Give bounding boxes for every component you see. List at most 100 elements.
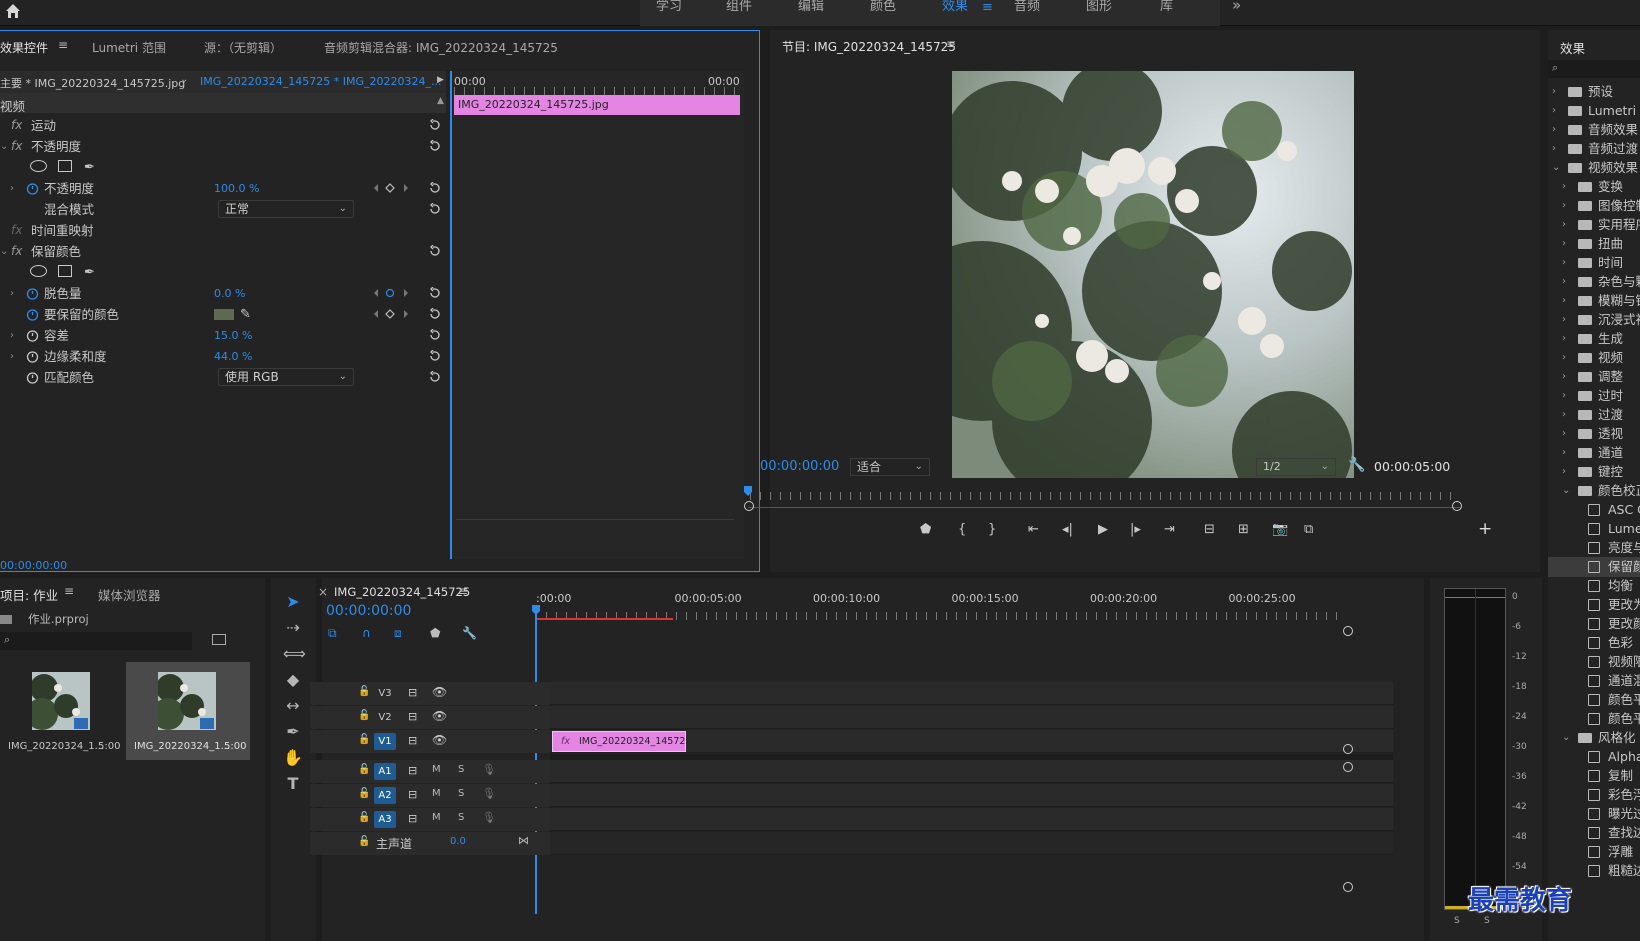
fx-badge[interactable]: fx <box>11 136 22 157</box>
export-frame-icon[interactable]: 📷 <box>1272 522 1288 537</box>
workspace-tab-effects[interactable]: 效果 <box>942 0 968 26</box>
reset-icon[interactable] <box>428 287 441 300</box>
play-icon[interactable]: ▶ <box>1098 522 1108 537</box>
effects-folder[interactable]: ⌄ 风格化 <box>1548 728 1640 748</box>
param-edge-softness-row[interactable]: › 边缘柔和度 44.0 % <box>0 346 446 367</box>
wrench-icon[interactable]: 🔧 <box>1348 457 1365 473</box>
selection-tool-icon[interactable]: ➤ <box>283 592 303 612</box>
param-amount-value[interactable]: 0.0 % <box>214 283 245 304</box>
pen-mask-icon[interactable]: ✒ <box>84 157 95 178</box>
tab-media-browser[interactable]: 媒体浏览器 <box>98 585 161 604</box>
workspace-menu-icon[interactable]: ≡ <box>982 0 993 15</box>
reset-icon[interactable] <box>428 203 441 216</box>
sync-lock-icon[interactable]: ⊟ <box>408 764 417 777</box>
sync-lock-icon[interactable]: ⊟ <box>408 686 417 699</box>
stopwatch-icon[interactable] <box>26 329 39 342</box>
chevron-right-icon[interactable]: › <box>1562 234 1566 254</box>
chevron-right-icon[interactable]: › <box>1562 177 1566 197</box>
master-clip-label[interactable]: 主要 * IMG_20220324_145725.jpg <box>0 75 185 91</box>
mark-out-icon[interactable]: } <box>988 522 996 537</box>
effects-folder[interactable]: › 沉浸式视频 <box>1548 310 1640 330</box>
project-item[interactable]: IMG_20220324_1... 5:00 <box>0 662 124 760</box>
razor-tool-icon[interactable]: ◆ <box>283 670 303 690</box>
microphone-icon[interactable]: 🎙 <box>482 787 496 800</box>
effects-item[interactable]: 更改为颜色 <box>1548 595 1640 615</box>
mark-in-icon[interactable]: { <box>958 522 966 537</box>
lift-icon[interactable]: ⊟ <box>1204 522 1215 537</box>
reset-icon[interactable] <box>428 329 441 342</box>
track-lane-a3[interactable] <box>550 808 1393 831</box>
track-lane-v3[interactable] <box>550 682 1393 705</box>
panel-menu-icon[interactable]: ≡ <box>64 584 74 598</box>
chevron-right-icon[interactable]: › <box>10 346 14 367</box>
ripple-edit-tool-icon[interactable]: ⟺ <box>283 644 306 664</box>
chevron-right-icon[interactable]: › <box>10 325 14 346</box>
track-target-v1[interactable]: V1 <box>374 733 396 750</box>
track-lane-master[interactable] <box>550 832 1393 855</box>
effects-item[interactable]: 复制 <box>1548 766 1640 786</box>
effects-item[interactable]: 均衡 <box>1548 576 1640 596</box>
effects-item[interactable]: Alpha 发光 <box>1548 747 1640 767</box>
track-lane-a2[interactable] <box>550 784 1393 807</box>
tab-effect-controls[interactable]: 效果控件 <box>0 39 48 56</box>
collapse-up-icon[interactable]: ▲ <box>437 96 444 106</box>
chevron-right-icon[interactable]: › <box>1562 386 1566 406</box>
effects-item[interactable]: ASC CDL <box>1548 500 1640 520</box>
project-search-input[interactable]: ⌕ <box>0 632 192 650</box>
program-zoom-bar[interactable] <box>748 507 1460 508</box>
workspace-tab-learn[interactable]: 学习 <box>656 0 682 26</box>
effects-item[interactable]: 颜色平衡 <box>1548 690 1640 710</box>
workspace-tab-editing[interactable]: 编辑 <box>798 0 824 26</box>
fit-dropdown[interactable]: 适合 ⌄ <box>850 458 930 476</box>
step-back-icon[interactable]: ◂| <box>1062 522 1073 537</box>
keyframe-nav-icon[interactable] <box>372 287 412 299</box>
workspace-tab-color[interactable]: 颜色 <box>870 0 896 26</box>
effect-opacity-row[interactable]: ⌄ fx 不透明度 <box>0 136 446 157</box>
pen-tool-icon[interactable]: ✒ <box>283 722 303 742</box>
add-marker-icon[interactable]: ⬟ <box>920 522 931 537</box>
fx-badge[interactable]: fx <box>11 241 22 262</box>
sequence-clip-label[interactable]: IMG_20220324_145725 * IMG_20220324_... <box>200 75 441 88</box>
play-only-clip-icon[interactable]: ▶ <box>437 75 444 85</box>
solo-right-button[interactable]: S <box>1484 916 1490 926</box>
chevron-down-icon[interactable]: ⌄ <box>180 74 188 85</box>
timeline-clip[interactable]: fx IMG_20220324_145725.jp <box>552 731 686 752</box>
type-tool-icon[interactable]: T <box>283 774 303 794</box>
chevron-down-icon[interactable]: ⌄ <box>1552 158 1560 178</box>
program-timecode[interactable]: 00:00:00:00 <box>760 459 839 474</box>
lock-icon[interactable]: 🔓 <box>358 812 370 823</box>
rectangle-mask-icon[interactable] <box>58 265 72 277</box>
chevron-right-icon[interactable]: › <box>1562 367 1566 387</box>
mute-button[interactable]: M <box>432 764 441 775</box>
track-lane-a1[interactable] <box>550 760 1393 783</box>
audio-meter[interactable] <box>1444 588 1506 910</box>
chevron-right-icon[interactable]: › <box>1562 443 1566 463</box>
workspace-tab-assembly[interactable]: 组件 <box>726 0 752 26</box>
new-bin-icon[interactable] <box>212 634 226 645</box>
extract-icon[interactable]: ⊞ <box>1238 522 1249 537</box>
chevron-right-icon[interactable]: › <box>1552 139 1556 159</box>
effects-folder[interactable]: › 扭曲 <box>1548 234 1640 254</box>
chevron-right-icon[interactable]: › <box>1562 329 1566 349</box>
stopwatch-icon[interactable] <box>26 182 39 195</box>
track-target-a2[interactable]: A2 <box>374 787 396 804</box>
sync-lock-icon[interactable]: ⊟ <box>408 788 417 801</box>
compare-view-icon[interactable]: ⧉ <box>1304 522 1313 537</box>
chevron-right-icon[interactable]: › <box>1562 291 1566 311</box>
param-amount-row[interactable]: › 脱色量 0.0 % <box>0 283 446 304</box>
scroll-handle[interactable] <box>1343 744 1353 754</box>
reset-icon[interactable] <box>428 371 441 384</box>
effects-folder[interactable]: › 调整 <box>1548 367 1640 387</box>
effects-folder[interactable]: ⌄ 视频效果 <box>1548 158 1640 178</box>
ec-clip-bar[interactable]: IMG_20220324_145725.jpg <box>454 95 740 115</box>
close-icon[interactable]: × <box>318 585 328 599</box>
ec-zoom-scrollbar[interactable] <box>456 519 734 529</box>
effect-motion-row[interactable]: fx 运动 <box>0 115 446 136</box>
chevron-down-icon[interactable]: ⌄ <box>0 241 8 262</box>
ellipse-mask-icon[interactable] <box>30 265 47 277</box>
solo-button[interactable]: S <box>458 812 464 823</box>
solo-left-button[interactable]: S <box>1454 916 1460 926</box>
solo-button[interactable]: S <box>458 764 464 775</box>
eye-icon[interactable]: 👁 <box>432 709 447 723</box>
effects-folder[interactable]: › 过时 <box>1548 386 1640 406</box>
